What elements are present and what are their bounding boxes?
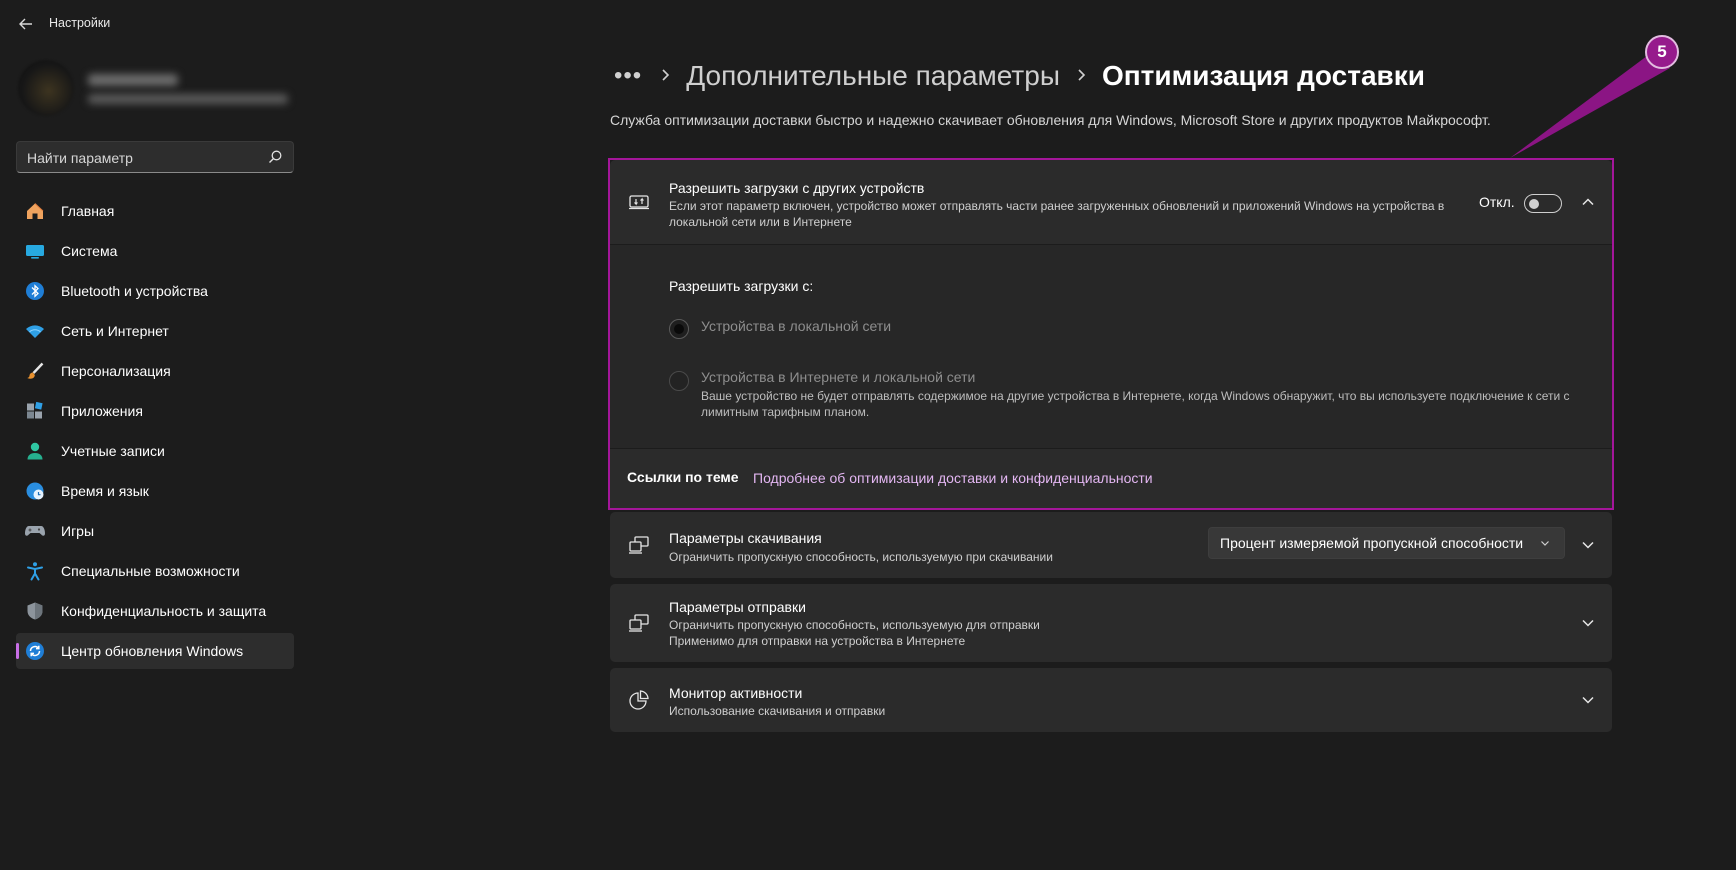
breadcrumb-item-advanced[interactable]: Дополнительные параметры (686, 60, 1060, 92)
sidebar-item-time-language[interactable]: Время и язык (16, 473, 294, 509)
back-arrow-icon[interactable] (16, 14, 36, 34)
sidebar-item-accessibility[interactable]: Специальные возможности (16, 553, 294, 589)
page-title: Оптимизация доставки (1101, 60, 1425, 91)
sidebar-item-label: Bluetooth и устройства (61, 283, 208, 299)
activity-monitor-title: Монитор активности (669, 685, 803, 701)
activity-monitor-subtitle: Использование скачивания и отправки (669, 704, 886, 718)
upload-settings-subtitle-line2: Применимо для отправки на устройства в И… (669, 634, 966, 648)
upload-settings-title: Параметры отправки (669, 599, 806, 615)
sidebar-item-label: Учетные записи (61, 443, 165, 459)
sidebar-item-privacy[interactable]: Конфиденциальность и защита (16, 593, 294, 629)
annotation-highlight-frame (608, 158, 1614, 510)
sidebar-nav: Главная Система Bluetooth и устройства С… (16, 193, 294, 673)
home-icon (24, 200, 46, 222)
page-description: Служба оптимизации доставки быстро и над… (610, 112, 1491, 128)
chevron-down-icon[interactable] (1580, 537, 1596, 553)
sidebar-item-label: Время и язык (61, 483, 149, 499)
title-bar (0, 0, 1736, 48)
account-icon (24, 440, 46, 462)
sidebar-item-gaming[interactable]: Игры (16, 513, 294, 549)
chevron-down-icon (1538, 536, 1552, 555)
bandwidth-download-icon (628, 534, 650, 556)
sidebar-item-system[interactable]: Система (16, 233, 294, 269)
window-title: Настройки (49, 16, 111, 30)
accessibility-icon (24, 560, 46, 582)
activity-monitor-row[interactable]: Монитор активности Использование скачива… (610, 668, 1612, 732)
update-icon (24, 640, 46, 662)
avatar[interactable] (18, 60, 74, 116)
chevron-right-icon (660, 66, 672, 87)
breadcrumb-overflow-button[interactable]: ••• (614, 62, 642, 90)
chevron-right-icon (1076, 66, 1088, 87)
globe-clock-icon (24, 480, 46, 502)
download-limit-dropdown[interactable]: Процент измеряемой пропускной способност… (1208, 527, 1565, 559)
sidebar-item-windows-update[interactable]: Центр обновления Windows (16, 633, 294, 669)
annotation-number-badge: 5 (1645, 35, 1679, 69)
wifi-icon (24, 320, 46, 342)
bandwidth-upload-icon (628, 612, 650, 634)
gamepad-icon (24, 520, 46, 542)
apps-icon (24, 400, 46, 422)
sidebar-item-label: Главная (61, 203, 115, 219)
breadcrumb: ••• Дополнительные параметры Оптимизация… (614, 56, 1425, 96)
download-settings-row[interactable]: Параметры скачивания Ограничить пропускн… (610, 512, 1612, 578)
sidebar-item-label: Персонализация (61, 363, 171, 379)
sidebar-item-apps[interactable]: Приложения (16, 393, 294, 429)
profile-email-blurred (88, 94, 288, 104)
sidebar-item-home[interactable]: Главная (16, 193, 294, 229)
upload-settings-subtitle-line1: Ограничить пропускную способность, испол… (669, 618, 1040, 632)
sidebar-item-label: Приложения (61, 403, 143, 419)
sidebar-item-label: Специальные возможности (61, 563, 240, 579)
sidebar-item-network[interactable]: Сеть и Интернет (16, 313, 294, 349)
chevron-down-icon[interactable] (1580, 692, 1596, 708)
sidebar-item-label: Система (61, 243, 118, 259)
sidebar-item-label: Игры (61, 523, 95, 539)
profile-name-blurred (88, 74, 178, 86)
bluetooth-icon (24, 280, 46, 302)
pie-chart-icon (628, 689, 650, 711)
sidebar-item-bluetooth[interactable]: Bluetooth и устройства (16, 273, 294, 309)
dropdown-value: Процент измеряемой пропускной способност… (1220, 535, 1524, 551)
sidebar-item-accounts[interactable]: Учетные записи (16, 433, 294, 469)
search-input[interactable] (25, 142, 259, 174)
download-settings-title: Параметры скачивания (669, 530, 822, 546)
sidebar-item-label: Сеть и Интернет (61, 323, 169, 339)
upload-settings-row[interactable]: Параметры отправки Ограничить пропускную… (610, 584, 1612, 662)
chevron-down-icon[interactable] (1580, 615, 1596, 631)
sidebar-item-personalization[interactable]: Персонализация (16, 353, 294, 389)
search-box[interactable] (16, 141, 294, 174)
system-icon (24, 240, 46, 262)
download-settings-subtitle: Ограничить пропускную способность, испол… (669, 550, 1053, 564)
sidebar-item-label: Конфиденциальность и защита (61, 603, 267, 619)
shield-icon (24, 600, 46, 622)
search-icon[interactable] (267, 149, 283, 165)
sidebar-item-label: Центр обновления Windows (61, 643, 244, 659)
brush-icon (24, 360, 46, 382)
